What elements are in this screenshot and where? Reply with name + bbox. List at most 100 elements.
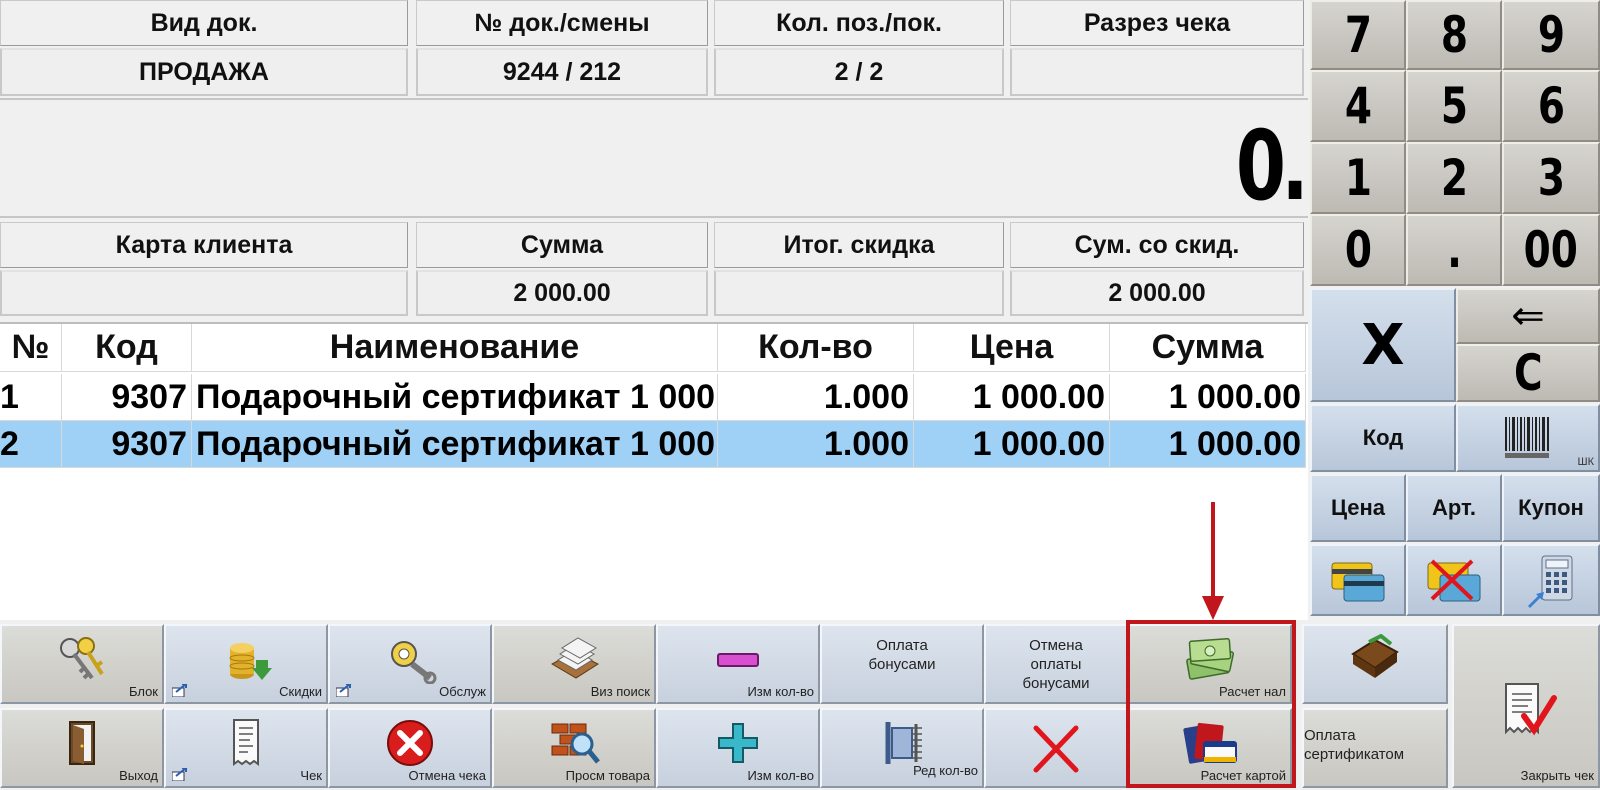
receipt-icon xyxy=(233,719,259,766)
col-header-sum[interactable]: Сумма xyxy=(1110,324,1306,372)
row-code: 9307 xyxy=(62,421,192,468)
key-dot[interactable]: . xyxy=(1406,214,1502,286)
total-discount-value xyxy=(714,270,1004,316)
discounts-button[interactable]: Скидки xyxy=(164,624,328,704)
coupon-button[interactable]: Купон xyxy=(1502,474,1600,542)
card-payment-shortcut-button[interactable] xyxy=(1310,544,1406,616)
sum-discounted-value: 2 000.00 xyxy=(1010,270,1304,316)
col-header-price[interactable]: Цена xyxy=(914,324,1110,372)
key-1[interactable]: 1 xyxy=(1310,142,1406,214)
sum-value: 2 000.00 xyxy=(416,270,708,316)
doc-shift-value: 9244 / 212 xyxy=(416,48,708,96)
card-index-icon xyxy=(550,637,600,679)
clear-button-label: C xyxy=(1513,344,1543,402)
col-header-code[interactable]: Код xyxy=(62,324,192,372)
col-header-qty[interactable]: Кол-во xyxy=(718,324,914,372)
sum-discounted-label: Сум. со скид. xyxy=(1010,222,1304,268)
delete-cross-icon xyxy=(1033,725,1079,773)
submenu-arrow-icon xyxy=(172,768,188,781)
article-button[interactable]: Арт. xyxy=(1406,474,1502,542)
cancel-receipt-button[interactable]: Отмена чека xyxy=(328,708,492,788)
key-8[interactable]: 8 xyxy=(1406,0,1502,70)
key-6-label: 6 xyxy=(1537,77,1565,135)
client-card-label: Карта клиента xyxy=(0,222,408,268)
door-exit-icon xyxy=(69,721,95,765)
edit-qty-button-label: Ред кол-во xyxy=(913,763,978,778)
exit-button[interactable]: Выход xyxy=(0,708,164,788)
key-1-label: 1 xyxy=(1344,149,1372,207)
key-3-label: 3 xyxy=(1537,149,1565,207)
receipt-section-label: Разрез чека xyxy=(1010,0,1304,46)
cancel-circle-icon xyxy=(387,720,433,766)
display-value: 0. xyxy=(1235,110,1309,222)
payment-highlight-box xyxy=(1126,620,1296,788)
key-0-label: 0 xyxy=(1344,221,1372,279)
pay-certificate-button[interactable]: Оплата сертификатом xyxy=(1302,708,1448,788)
view-goods-button[interactable]: Просм товара xyxy=(492,708,656,788)
key-4[interactable]: 4 xyxy=(1310,70,1406,142)
calculator-icon xyxy=(1528,555,1573,608)
code-button[interactable]: Код xyxy=(1310,404,1456,472)
submenu-arrow-icon xyxy=(336,684,352,697)
row-name: Подарочный сертификат 1 000 xyxy=(192,374,718,421)
submenu-arrow-icon xyxy=(172,684,188,697)
annotation-arrow-icon xyxy=(1202,502,1224,620)
close-receipt-button[interactable]: Закрыть чек xyxy=(1452,624,1600,788)
backspace-button[interactable]: ⇐ xyxy=(1456,288,1600,344)
discounts-button-label: Скидки xyxy=(279,684,322,699)
key-00-label: 00 xyxy=(1523,221,1579,279)
edit-qty-button[interactable]: Ред кол-во xyxy=(820,708,984,788)
col-header-no[interactable]: № xyxy=(0,324,62,372)
row-sum: 1 000.00 xyxy=(1110,374,1306,421)
key-8-label: 8 xyxy=(1440,6,1468,64)
calculator-button[interactable] xyxy=(1502,544,1600,616)
col-header-name[interactable]: Наименование xyxy=(192,324,718,372)
key-5-label: 5 xyxy=(1440,77,1468,135)
block-button[interactable]: Блок xyxy=(0,624,164,704)
key-2-label: 2 xyxy=(1440,149,1468,207)
items-table[interactable]: № Код Наименование Кол-во Цена Сумма 1 9… xyxy=(0,322,1308,620)
visual-search-button-label: Виз поиск xyxy=(590,684,650,699)
visual-search-button[interactable]: Виз поиск xyxy=(492,624,656,704)
key-4-label: 4 xyxy=(1344,77,1372,135)
service-button[interactable]: Обслуж xyxy=(328,624,492,704)
multiply-button[interactable]: X xyxy=(1310,288,1456,402)
cancel-bonus-button[interactable]: Отмена оплаты бонусами xyxy=(984,624,1128,704)
service-tools-icon xyxy=(391,641,437,684)
key-3[interactable]: 3 xyxy=(1502,142,1600,214)
barcode-icon xyxy=(1505,417,1549,458)
delete-item-button[interactable] xyxy=(984,708,1128,788)
barcode-caption: ШК xyxy=(1577,456,1595,468)
credit-cards-cancel-icon xyxy=(1427,559,1481,602)
receipt-button[interactable]: Чек xyxy=(164,708,328,788)
price-button[interactable]: Цена xyxy=(1310,474,1406,542)
doc-type-label: Вид док. xyxy=(0,0,408,46)
wallet-icon xyxy=(1351,634,1399,678)
cancel-card-payment-button[interactable] xyxy=(1406,544,1502,616)
pay-bonus-button[interactable]: Оплата бонусами xyxy=(820,624,984,704)
key-7[interactable]: 7 xyxy=(1310,0,1406,70)
keys-icon xyxy=(60,637,104,680)
amount-display: 0. xyxy=(0,98,1309,222)
qty-increase-button[interactable]: Изм кол-во xyxy=(656,708,820,788)
key-2[interactable]: 2 xyxy=(1406,142,1502,214)
row-qty: 1.000 xyxy=(718,421,914,468)
doc-shift-label: № док./смены xyxy=(416,0,708,46)
key-0[interactable]: 0 xyxy=(1310,214,1406,286)
key-9[interactable]: 9 xyxy=(1502,0,1600,70)
total-discount-label: Итог. скидка xyxy=(714,222,1004,268)
wallet-button[interactable] xyxy=(1302,624,1448,704)
key-5[interactable]: 5 xyxy=(1406,70,1502,142)
brick-search-icon xyxy=(551,723,600,764)
qty-decrease-button[interactable]: Изм кол-во xyxy=(656,624,820,704)
pos-screen: Вид док. № док./смены Кол. поз./пок. Раз… xyxy=(0,0,1600,790)
key-6[interactable]: 6 xyxy=(1502,70,1600,142)
clear-button[interactable]: C xyxy=(1456,344,1600,402)
row-sum: 1 000.00 xyxy=(1110,421,1306,468)
table-row[interactable]: 1 9307 Подарочный сертификат 1 000 1.000… xyxy=(0,374,1306,421)
pos-count-label: Кол. поз./пок. xyxy=(714,0,1004,46)
row-name: Подарочный сертификат 1 000 xyxy=(192,421,718,468)
table-row-selected[interactable]: 2 9307 Подарочный сертификат 1 000 1.000… xyxy=(0,421,1306,468)
key-00[interactable]: 00 xyxy=(1502,214,1600,286)
barcode-button[interactable]: ШК xyxy=(1456,404,1600,472)
